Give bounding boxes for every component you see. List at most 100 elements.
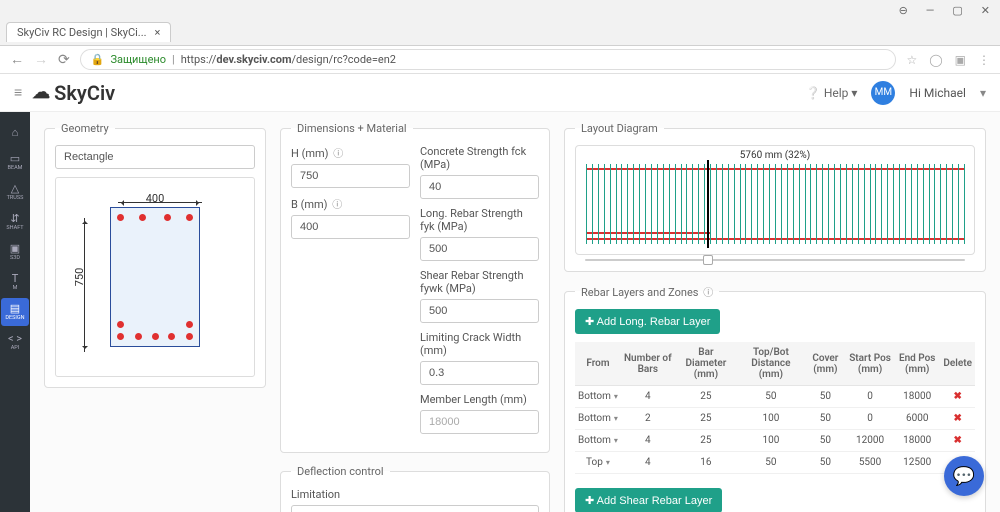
maximize-icon[interactable]: ▢ [952,4,962,17]
table-header: Cover (mm) [805,342,846,386]
shield-icon[interactable]: ◯ [929,53,942,67]
tab-close-icon[interactable]: × [155,26,161,39]
sidebar-item-s3d[interactable]: ▣S3D [1,238,29,266]
from-cell[interactable]: Bottom ▾ [575,430,621,452]
browser-tab[interactable]: SkyCiv RC Design | SkyCi... × [6,22,171,42]
crack-input[interactable] [420,361,539,385]
dimensions-legend: Dimensions + Material [291,122,413,135]
stirrup-line [781,164,782,244]
cross-section [110,207,200,347]
sidebar-item-beam[interactable]: ▭BEAM [1,148,29,176]
ext-icon[interactable]: ▣ [955,53,966,67]
app-logo[interactable]: ☁ SkyCiv [32,81,115,105]
stirrup-line [686,164,687,244]
table-row: Bottom ▾2251005006000✖ [575,408,975,430]
address-row: ← → ⟳ 🔒 Защищено | https://dev.skyciv.co… [0,46,1000,74]
stirrup-line [627,164,628,244]
info-icon[interactable]: ⓘ [333,149,343,160]
back-icon[interactable]: ← [10,51,24,68]
stirrup-line [716,164,717,244]
info-icon[interactable]: ⓘ [703,288,713,299]
fyk-input[interactable] [420,237,539,261]
user-caret-icon[interactable]: ▾ [980,86,986,100]
stirrup-line [864,164,865,244]
delete-row-icon[interactable]: ✖ [953,435,961,446]
sidebar-item-truss[interactable]: △TRUSS [1,178,29,206]
stirrup-line [751,164,752,244]
user-icon[interactable]: ⊖ [899,4,908,17]
stirrup-line [840,164,841,244]
stirrup-line [887,164,888,244]
stirrup-line [816,164,817,244]
sidebar-item-home[interactable]: ⌂ [1,118,29,146]
b-input[interactable] [291,215,410,239]
stirrup-line [929,164,930,244]
table-header: From [575,342,621,386]
stirrup-line [810,164,811,244]
sheet-icon: ▤ [10,302,20,315]
fywk-input[interactable] [420,299,539,323]
h-input[interactable] [291,164,410,188]
stirrup-line [757,164,758,244]
dim-width: 400 [146,192,165,205]
geometry-panel: Geometry Rectangle 400 750 [44,122,266,388]
url-host: https://dev.skyciv.com/design/rc?code=en… [181,53,396,66]
delete-row-icon[interactable]: ✖ [953,413,961,424]
main-content: Geometry Rectangle 400 750 [30,112,1000,512]
fyk-label: Long. Rebar Strength fyk (MPa) [420,207,539,233]
menu-icon[interactable]: ⋮ [978,53,990,67]
stirrup-line [805,164,806,244]
forward-icon[interactable]: → [34,51,48,68]
stirrup-line [917,164,918,244]
chevron-down-icon: ▾ [614,392,618,401]
stirrup-line [734,164,735,244]
stirrup-line [828,164,829,244]
shaft-icon: ⇵ [10,212,19,225]
sidebar-item-design[interactable]: ▤DESIGN [1,298,29,326]
stirrup-line [952,164,953,244]
chevron-down-icon: ▾ [614,414,618,423]
stirrup-line [958,164,959,244]
chat-button[interactable]: 💬 [944,456,984,496]
fck-input[interactable] [420,175,539,199]
star-icon[interactable]: ☆ [906,53,917,67]
geometry-legend: Geometry [55,122,115,135]
table-row: Bottom ▾425100501200018000✖ [575,430,975,452]
from-cell[interactable]: Bottom ▾ [575,386,621,408]
sidebar-item-m[interactable]: TM [1,268,29,296]
sidebar-item-shaft[interactable]: ⇵SHAFT [1,208,29,236]
help-link[interactable]: ❔ Help ▾ [806,86,858,100]
stirrup-line [775,164,776,244]
close-icon[interactable]: ✕ [981,4,990,17]
reload-icon[interactable]: ⟳ [58,52,70,68]
sidebar-item-api[interactable]: < >API [1,328,29,356]
diagram-slider[interactable] [585,259,965,261]
rebar-panel: Rebar Layers and Zones ⓘ ✚ Add Long. Reb… [564,284,986,512]
stirrup-line [899,164,900,244]
layout-legend: Layout Diagram [575,122,664,135]
stirrup-line [692,164,693,244]
user-greeting: Hi Michael [909,86,966,100]
from-cell[interactable]: Top ▾ [575,452,621,474]
add-long-rebar-button[interactable]: ✚ Add Long. Rebar Layer [575,309,720,334]
stirrup-line [858,164,859,244]
cube-icon: ▣ [10,242,20,255]
limitation-select[interactable]: L/250 [291,505,539,512]
len-input[interactable] [420,410,539,434]
minimize-icon[interactable]: — [926,4,935,17]
add-shear-rebar-button[interactable]: ✚ Add Shear Rebar Layer [575,488,722,512]
lock-icon: 🔒 [91,53,105,66]
avatar[interactable]: MM [871,81,895,105]
info-icon[interactable]: ⓘ [332,200,342,211]
position-marker[interactable] [707,160,709,248]
crack-label: Limiting Crack Width (mm) [420,331,539,357]
stirrup-line [870,164,871,244]
len-label: Member Length (mm) [420,393,539,406]
delete-row-icon[interactable]: ✖ [953,391,961,402]
stirrup-line [698,164,699,244]
table-row: Top ▾4165050550012500✖ [575,452,975,474]
from-cell[interactable]: Bottom ▾ [575,408,621,430]
address-bar[interactable]: 🔒 Защищено | https://dev.skyciv.com/desi… [80,49,897,70]
shape-select[interactable]: Rectangle [55,145,255,169]
hamburger-icon[interactable]: ≡ [14,84,22,101]
